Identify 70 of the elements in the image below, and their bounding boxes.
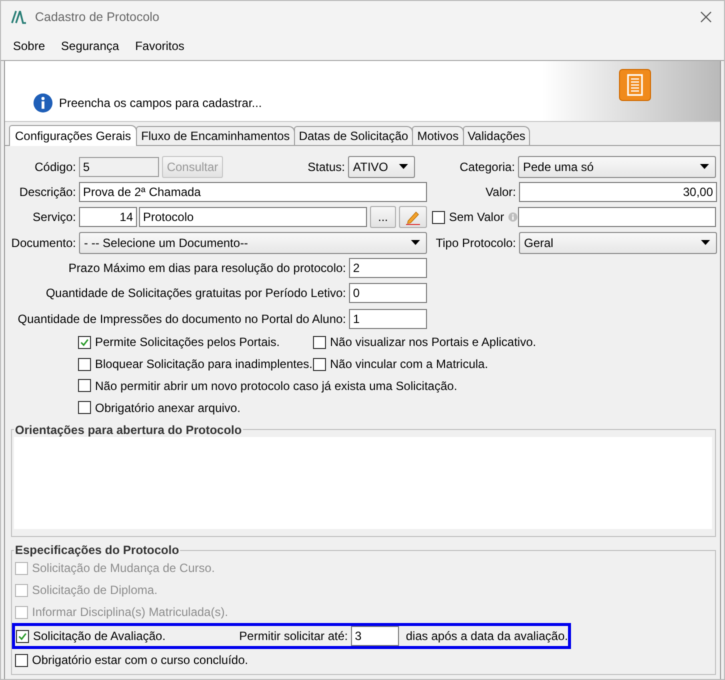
value-field[interactable]: 30,00 (519, 182, 717, 202)
days-field[interactable]: 3 (350, 626, 399, 646)
description-field[interactable]: Prova de 2ª Chamada (79, 182, 427, 202)
checkbox-label: Solicitação de Mudança de Curso. (32, 561, 215, 575)
checkbox[interactable] (15, 654, 28, 666)
field-label: Quantidade de Solicitações gratuitas por Período Letivo: (44, 286, 347, 300)
field-label: Quantidade de Impressões do documento no Portal do Aluno: (16, 312, 347, 326)
notebook-icon[interactable] (619, 69, 651, 101)
close-icon[interactable] (700, 10, 712, 22)
checkbox-label: Solicitação de Avaliação. (33, 629, 167, 643)
service-code-field[interactable]: 14 (79, 207, 137, 228)
checkbox[interactable] (313, 358, 326, 371)
checkbox-label: Solicitação de Diploma. (32, 583, 158, 597)
field-label: Tipo Protocolo: (434, 236, 517, 250)
checkbox-label: Obrigatório estar com o curso concluído. (32, 653, 248, 667)
field-label: Categoria: (458, 160, 516, 174)
checkbox[interactable] (78, 379, 91, 392)
checkbox[interactable] (78, 401, 91, 414)
window-title: Cadastro de Protocolo (35, 10, 160, 24)
code-field[interactable]: 5 (79, 156, 159, 177)
checkbox-label: Não permitir abrir um novo protocolo caso já exista uma Solicitação. (95, 378, 458, 393)
checkbox-label: Sem Valor (449, 210, 504, 224)
checkbox-label: Não vincular com a Matricula. (330, 357, 488, 372)
menu-item[interactable]: Segurança (61, 39, 120, 53)
number-field[interactable]: 0 (349, 283, 427, 304)
app-logo-icon (11, 10, 27, 24)
checkbox-label: Não visualizar nos Portais e Aplicativo. (330, 335, 536, 350)
tab[interactable]: Configurações Gerais (9, 125, 138, 146)
document-select[interactable]: - -- Selecione um Documento-- (79, 232, 427, 254)
field-label: Prazo Máximo em dias para resolução do protocolo: (68, 260, 347, 275)
service-name-field[interactable]: Protocolo (139, 207, 367, 228)
dropdown-arrow-icon (411, 240, 420, 246)
dropdown-arrow-icon (701, 240, 710, 246)
banner-message: Preencha os campos para cadastrar... (59, 96, 262, 112)
checkbox[interactable] (432, 210, 445, 224)
field-label: Descrição: (18, 184, 77, 199)
text-field[interactable] (518, 207, 716, 228)
status-select[interactable]: ATIVO (348, 156, 415, 178)
checkbox[interactable] (78, 358, 91, 371)
field-label: Status: (306, 160, 346, 174)
info-icon (33, 93, 53, 113)
dropdown-arrow-icon (399, 164, 408, 170)
field-label: dias após a data da avaliação. (406, 629, 568, 643)
number-field[interactable]: 2 (349, 258, 427, 278)
browse-button[interactable]: ... (370, 206, 396, 228)
pencil-icon (405, 209, 421, 226)
category-select[interactable]: Pede uma só (518, 156, 716, 178)
checkbox-label: Obrigatório anexar arquivo. (95, 400, 240, 415)
field-label: Código: (34, 160, 77, 174)
group-title: Orientações para abertura do Protocolo (14, 422, 243, 437)
checkbox[interactable] (78, 336, 91, 349)
field-label: Documento: (10, 236, 77, 250)
protocol-type-select[interactable]: Geral (519, 232, 717, 254)
dropdown-arrow-icon (700, 164, 709, 170)
checkbox[interactable] (16, 630, 29, 642)
menu-item[interactable]: Sobre (13, 39, 46, 53)
group-title: Especificações do Protocolo (14, 543, 180, 557)
tab[interactable]: Datas de Solicitação (294, 126, 414, 145)
menu-item[interactable]: Favoritos (135, 39, 184, 53)
number-field[interactable]: 1 (349, 308, 427, 329)
edit-button[interactable] (399, 206, 427, 228)
checkbox-label: Bloquear Solicitação para inadimplentes. (95, 357, 312, 372)
field-label: Valor: (484, 184, 517, 199)
checkbox[interactable] (313, 336, 326, 349)
checkbox-label: Permite Solicitações pelos Portais. (95, 335, 280, 350)
field-label: Serviço: (32, 210, 77, 224)
tab[interactable]: Validações (462, 126, 530, 145)
checkbox-label: Informar Disciplina(s) Matriculada(s). (32, 605, 228, 619)
field-label: Permitir solicitar até: (239, 629, 348, 643)
info-icon (508, 210, 518, 224)
